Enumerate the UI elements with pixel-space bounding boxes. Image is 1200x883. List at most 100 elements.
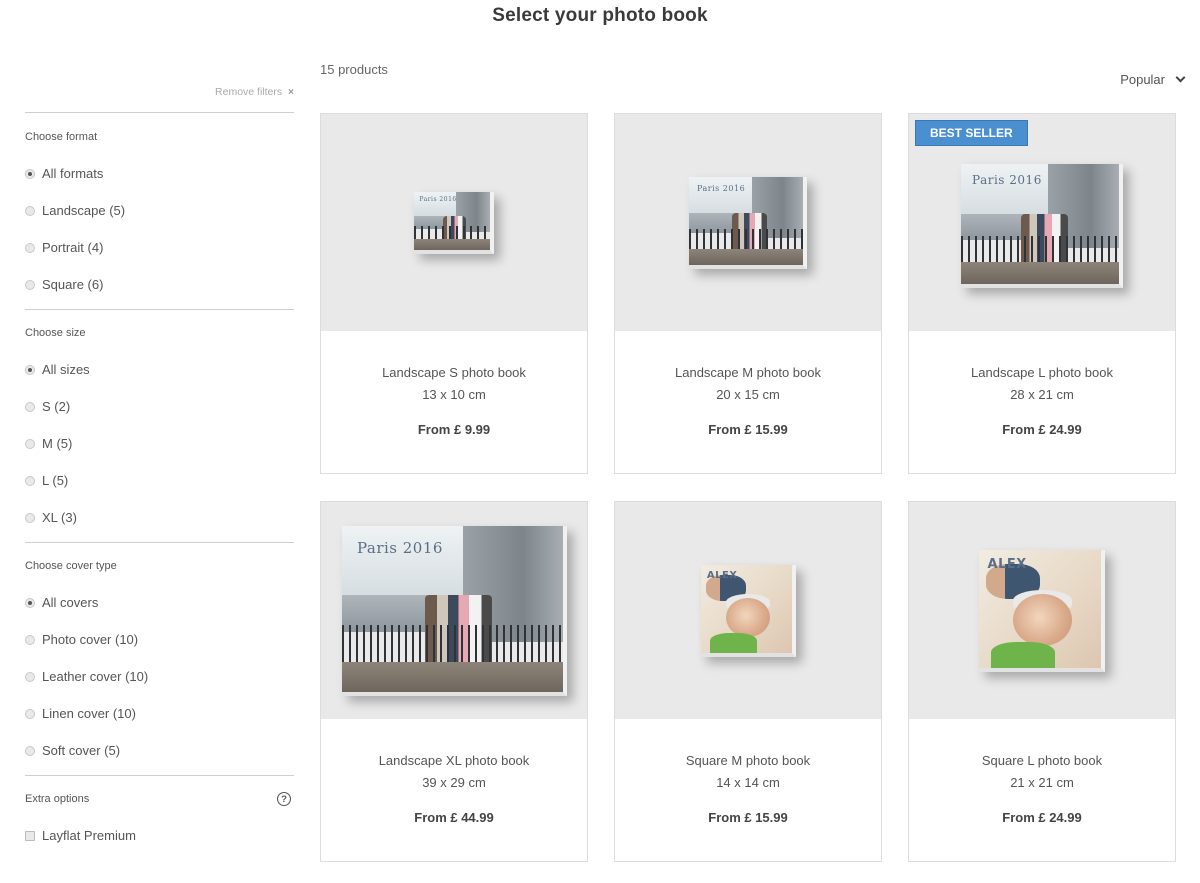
product-price: From £ 44.99 — [414, 810, 494, 825]
radio-selected-icon — [25, 168, 35, 179]
product-image: ALEX — [909, 502, 1175, 719]
remove-filters-link[interactable]: Remove filters × — [215, 86, 294, 98]
cover-option-label: Leather cover (10) — [42, 669, 149, 684]
cover-option-leather[interactable]: Leather cover (10) — [25, 669, 148, 684]
cover-option-label: Soft cover (5) — [42, 743, 121, 758]
size-option-xl[interactable]: XL (3) — [25, 510, 77, 525]
product-price: From £ 24.99 — [1002, 422, 1082, 437]
size-option-s[interactable]: S (2) — [25, 399, 70, 414]
radio-icon — [25, 242, 35, 253]
photo-book-image: Paris 2016 — [961, 163, 1123, 288]
product-price: From £ 24.99 — [1002, 810, 1082, 825]
radio-icon — [25, 279, 35, 290]
sort-dropdown[interactable]: Popular — [1120, 72, 1186, 87]
product-card[interactable]: Paris 2016 Landscape M photo book 20 x 1… — [614, 113, 882, 474]
size-group-title: Choose size — [25, 327, 86, 339]
page-title: Select your photo book — [492, 5, 708, 26]
help-icon[interactable]: ? — [277, 792, 291, 806]
photo-book-image: Paris 2016 — [414, 191, 494, 254]
layflat-premium-checkbox[interactable]: Layflat Premium — [25, 828, 136, 843]
radio-icon — [25, 634, 35, 645]
product-name: Landscape S photo book — [382, 365, 526, 380]
size-option-l[interactable]: L (5) — [25, 473, 68, 488]
photo-book-image: Paris 2016 — [689, 176, 807, 269]
checkbox-icon — [25, 830, 35, 841]
divider — [25, 112, 294, 113]
size-option-label: M (5) — [42, 436, 73, 451]
size-option-m[interactable]: M (5) — [25, 436, 72, 451]
cover-title: Paris 2016 — [972, 173, 1042, 188]
cover-option-all[interactable]: All covers — [25, 595, 98, 610]
checkbox-label: Layflat Premium — [42, 828, 136, 843]
product-name: Landscape M photo book — [675, 365, 821, 380]
radio-icon — [25, 512, 35, 523]
photo-book-image: Paris 2016 — [341, 525, 567, 696]
cover-option-label: All covers — [42, 595, 99, 610]
product-name: Square L photo book — [981, 753, 1103, 768]
cover-option-linen[interactable]: Linen cover (10) — [25, 706, 136, 721]
radio-icon — [25, 475, 35, 486]
cover-title: ALEX — [987, 556, 1027, 572]
product-image: Paris 2016 — [909, 114, 1175, 331]
product-price: From £ 15.99 — [708, 422, 788, 437]
product-dimensions: 28 x 21 cm — [1010, 387, 1074, 402]
size-option-label: L (5) — [42, 473, 69, 488]
cover-option-label: Linen cover (10) — [42, 706, 136, 721]
product-card[interactable]: Paris 2016 BEST SELLER Landscape L photo… — [908, 113, 1176, 474]
product-dimensions: 21 x 21 cm — [1010, 775, 1074, 790]
product-card[interactable]: Paris 2016 Landscape XL photo book 39 x … — [320, 501, 588, 862]
cover-option-photo[interactable]: Photo cover (10) — [25, 632, 138, 647]
cover-group-title: Choose cover type — [25, 560, 117, 572]
sort-value: Popular — [1120, 72, 1165, 87]
format-option-label: Landscape (5) — [42, 203, 126, 218]
product-image: Paris 2016 — [615, 114, 881, 331]
product-name: Landscape XL photo book — [378, 753, 530, 768]
size-option-label: S (2) — [42, 399, 71, 414]
format-option-portrait[interactable]: Portrait (4) — [25, 240, 103, 255]
cover-title: Paris 2016 — [696, 183, 746, 193]
product-count: 15 products — [320, 62, 388, 77]
format-option-square[interactable]: Square (6) — [25, 277, 103, 292]
photo-book-image: ALEX — [979, 549, 1105, 672]
size-option-label: XL (3) — [42, 510, 77, 525]
divider — [25, 309, 294, 310]
radio-icon — [25, 401, 35, 412]
format-option-landscape[interactable]: Landscape (5) — [25, 203, 125, 218]
radio-icon — [25, 745, 35, 756]
format-option-label: All formats — [42, 166, 104, 181]
product-card[interactable]: ALEX Square L photo book 21 x 21 cm From… — [908, 501, 1176, 862]
radio-icon — [25, 708, 35, 719]
product-image: ALEX — [615, 502, 881, 719]
radio-icon — [25, 671, 35, 682]
radio-icon — [25, 438, 35, 449]
chevron-down-icon — [1175, 72, 1186, 83]
format-option-label: Portrait (4) — [42, 240, 104, 255]
product-card[interactable]: ALEX Square M photo book 14 x 14 cm From… — [614, 501, 882, 862]
best-seller-badge: BEST SELLER — [915, 120, 1028, 146]
format-option-all[interactable]: All formats — [25, 166, 103, 181]
radio-icon — [25, 205, 35, 216]
product-dimensions: 14 x 14 cm — [716, 775, 780, 790]
format-option-label: Square (6) — [42, 277, 104, 292]
cover-option-soft[interactable]: Soft cover (5) — [25, 743, 120, 758]
close-icon: × — [288, 86, 294, 98]
cover-title: ALEX — [706, 569, 738, 581]
cover-option-label: Photo cover (10) — [42, 632, 139, 647]
radio-selected-icon — [25, 597, 35, 608]
product-name: Square M photo book — [685, 753, 811, 768]
radio-selected-icon — [25, 364, 35, 375]
product-card[interactable]: Paris 2016 Landscape S photo book 13 x 1… — [320, 113, 588, 474]
filters-sidebar: Remove filters × Choose format All forma… — [25, 80, 294, 860]
remove-filters-label: Remove filters — [215, 86, 283, 98]
product-dimensions: 13 x 10 cm — [422, 387, 486, 402]
photo-book-image: ALEX — [700, 564, 796, 657]
product-dimensions: 39 x 29 cm — [422, 775, 486, 790]
cover-title: Paris 2016 — [419, 196, 457, 204]
extra-group-title: Extra options — [25, 793, 90, 805]
size-option-all[interactable]: All sizes — [25, 362, 90, 377]
product-image: Paris 2016 — [321, 502, 587, 719]
product-name: Landscape L photo book — [971, 365, 1113, 380]
product-price: From £ 15.99 — [708, 810, 788, 825]
divider — [25, 542, 294, 543]
product-price: From £ 9.99 — [417, 422, 491, 437]
